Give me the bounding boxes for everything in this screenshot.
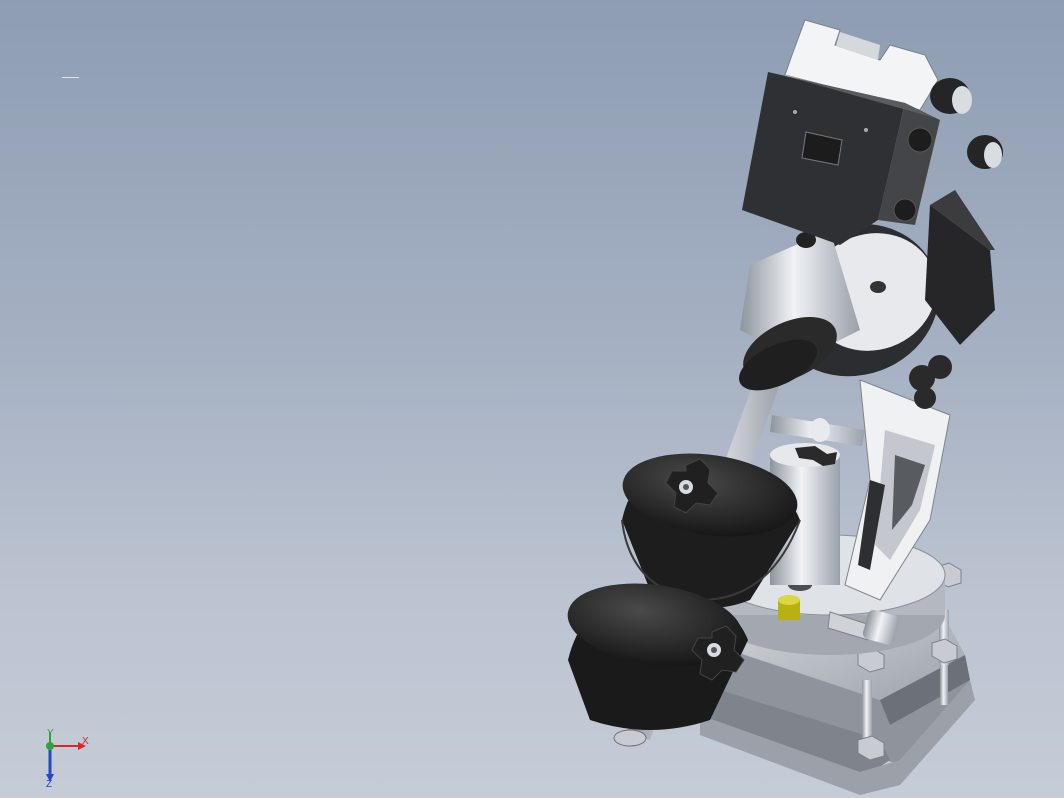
saddle-clamp-knobs xyxy=(930,78,1003,169)
telescope-mount-model[interactable] xyxy=(0,0,1064,798)
y-axis-label: Y xyxy=(47,728,54,739)
z-axis-label: Z xyxy=(46,779,52,788)
coordinate-triad: X Y Z xyxy=(38,728,108,790)
cad-3d-viewport[interactable]: X Y Z xyxy=(0,0,1064,798)
dec-motor-bracket xyxy=(925,190,995,345)
axis-triad-icon: X Y Z xyxy=(40,728,89,790)
x-axis-label: X xyxy=(82,736,89,747)
bubble-level xyxy=(778,595,800,620)
